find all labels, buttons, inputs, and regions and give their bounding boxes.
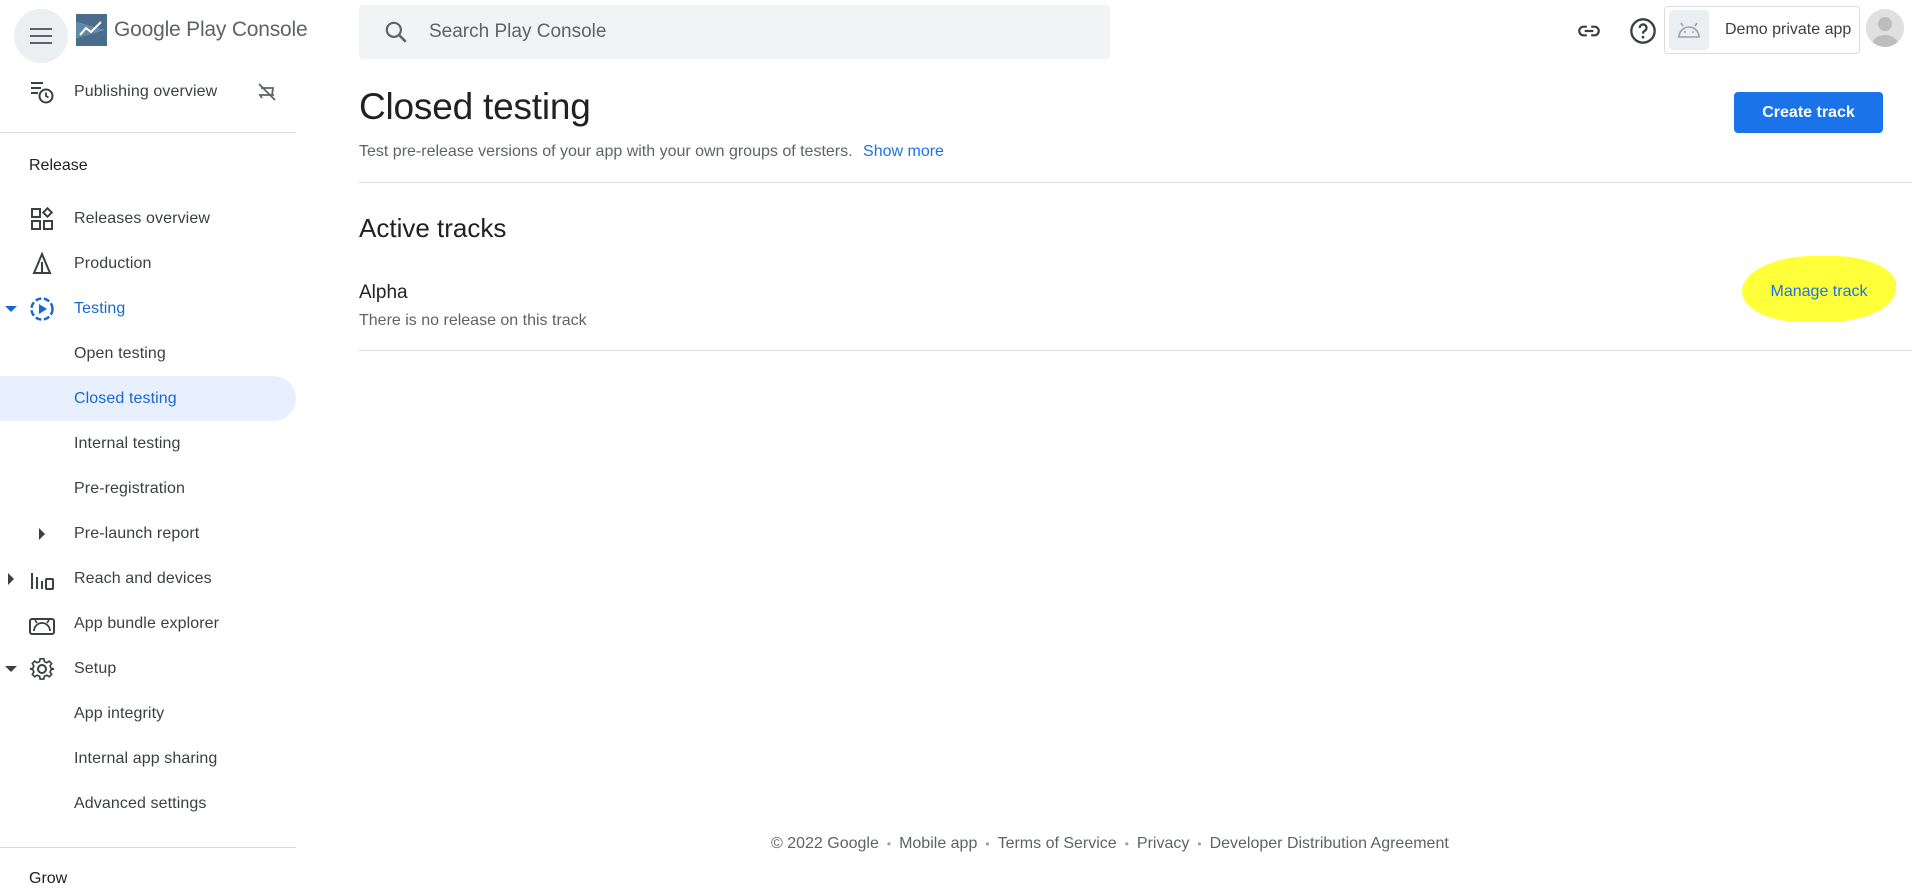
help-button[interactable] [1626,14,1660,48]
app-bundle-icon [28,610,56,638]
sidebar-item-publishing-overview[interactable]: Publishing overview [0,69,296,114]
footer-link-terms[interactable]: Terms of Service [998,835,1117,853]
chevron-right-icon [35,527,49,541]
chevron-right-icon [4,572,18,586]
app-name: Demo private app [1725,21,1852,38]
sidebar-item-label: Internal testing [74,434,181,452]
create-track-button[interactable]: Create track [1734,92,1883,133]
search-bar[interactable] [359,5,1110,59]
app-thumbnail [1669,10,1709,50]
releases-overview-icon [28,205,56,233]
page-description-text: Test pre-release versions of your app wi… [359,143,853,160]
reach-devices-icon [28,565,56,593]
link-icon [1578,25,1600,37]
account-avatar[interactable] [1866,9,1904,47]
active-tracks-title: Active tracks [359,213,507,243]
header-divider [359,182,1912,183]
sidebar-item-label: Internal app sharing [74,749,218,767]
section-header-release: Release [29,157,88,174]
section-header-grow: Grow [29,870,68,887]
sidebar-item-label: Publishing overview [74,82,218,100]
copy-link-button[interactable] [1572,14,1606,48]
sidebar-item-pre-launch-report[interactable]: Pre-launch report [0,511,296,556]
sidebar-item-label: Advanced settings [74,794,207,812]
sidebar-item-reach-and-devices[interactable]: Reach and devices [0,556,296,601]
search-input[interactable] [429,21,1029,43]
sidebar-item-open-testing[interactable]: Open testing [0,331,296,376]
avatar-icon [1866,9,1904,47]
sidebar-item-internal-app-sharing[interactable]: Internal app sharing [0,736,296,781]
footer-copyright: © 2022 Google [771,835,879,852]
managed-publishing-off-icon [256,81,278,103]
page-description: Test pre-release versions of your app wi… [359,143,944,161]
chevron-down-icon [4,302,18,316]
android-icon [1678,22,1700,38]
track-status: There is no release on this track [359,312,587,329]
footer-link-mobile-app[interactable]: Mobile app [899,835,977,853]
top-bar: Google Play Console Dem [0,0,1912,64]
sidebar-item-label: Releases overview [74,209,210,227]
sidebar-item-label: Setup [74,659,117,677]
sidebar-item-app-integrity[interactable]: App integrity [0,691,296,736]
footer-link-privacy[interactable]: Privacy [1137,835,1189,853]
sidebar-item-label: Pre-launch report [74,524,200,542]
show-more-link[interactable]: Show more [863,143,944,160]
track-divider [359,350,1912,351]
sidebar-item-label: Production [74,254,152,272]
sidebar-item-pre-registration[interactable]: Pre-registration [0,466,296,511]
testing-icon [28,295,56,323]
menu-icon [30,28,52,44]
sidebar-item-label: Reach and devices [74,569,212,587]
help-icon [1630,18,1656,44]
sidebar-item-internal-testing[interactable]: Internal testing [0,421,296,466]
play-console-logo-icon [76,14,107,46]
sidebar-item-testing[interactable]: Testing [0,286,296,331]
sidebar-item-closed-testing[interactable]: Closed testing [0,376,296,421]
sidebar-item-production[interactable]: Production [0,241,296,286]
sidebar-nav: Publishing overview Release Releases ove… [0,64,296,892]
publishing-overview-icon [28,78,56,106]
footer-separator: • [886,837,892,851]
footer-separator: • [1124,837,1129,851]
manage-track-button[interactable]: Manage track [1752,278,1886,306]
sidebar-divider [0,847,296,848]
sidebar-item-advanced-settings[interactable]: Advanced settings [0,781,296,826]
setup-gear-icon [28,655,56,683]
app-selector[interactable]: Demo private app [1664,6,1860,54]
footer-link-dda[interactable]: Developer Distribution Agreement [1210,835,1449,853]
sidebar-item-label: Testing [74,299,126,317]
sidebar-item-setup[interactable]: Setup [0,646,296,691]
page-title: Closed testing [359,86,591,127]
sidebar-item-label: Pre-registration [74,479,185,497]
track-name: Alpha [359,282,408,303]
production-icon [28,250,56,278]
sidebar-item-label: Open testing [74,344,166,362]
search-icon [385,21,407,43]
sidebar-divider [0,132,296,133]
play-console-logo[interactable]: Google Play Console [74,13,308,47]
footer-separator: • [985,837,990,851]
main-menu-button[interactable] [14,9,68,63]
sidebar-item-releases-overview[interactable]: Releases overview [0,196,296,241]
footer: © 2022 Google • Mobile app • Terms of Se… [771,835,1449,853]
chevron-down-icon [4,662,18,676]
logo-text: Google Play Console [114,18,308,41]
sidebar-item-app-bundle-explorer[interactable]: App bundle explorer [0,601,296,646]
sidebar-item-label: App integrity [74,704,165,722]
sidebar-item-label: App bundle explorer [74,614,220,632]
sidebar-item-label: Closed testing [74,389,177,407]
footer-separator: • [1197,837,1202,851]
